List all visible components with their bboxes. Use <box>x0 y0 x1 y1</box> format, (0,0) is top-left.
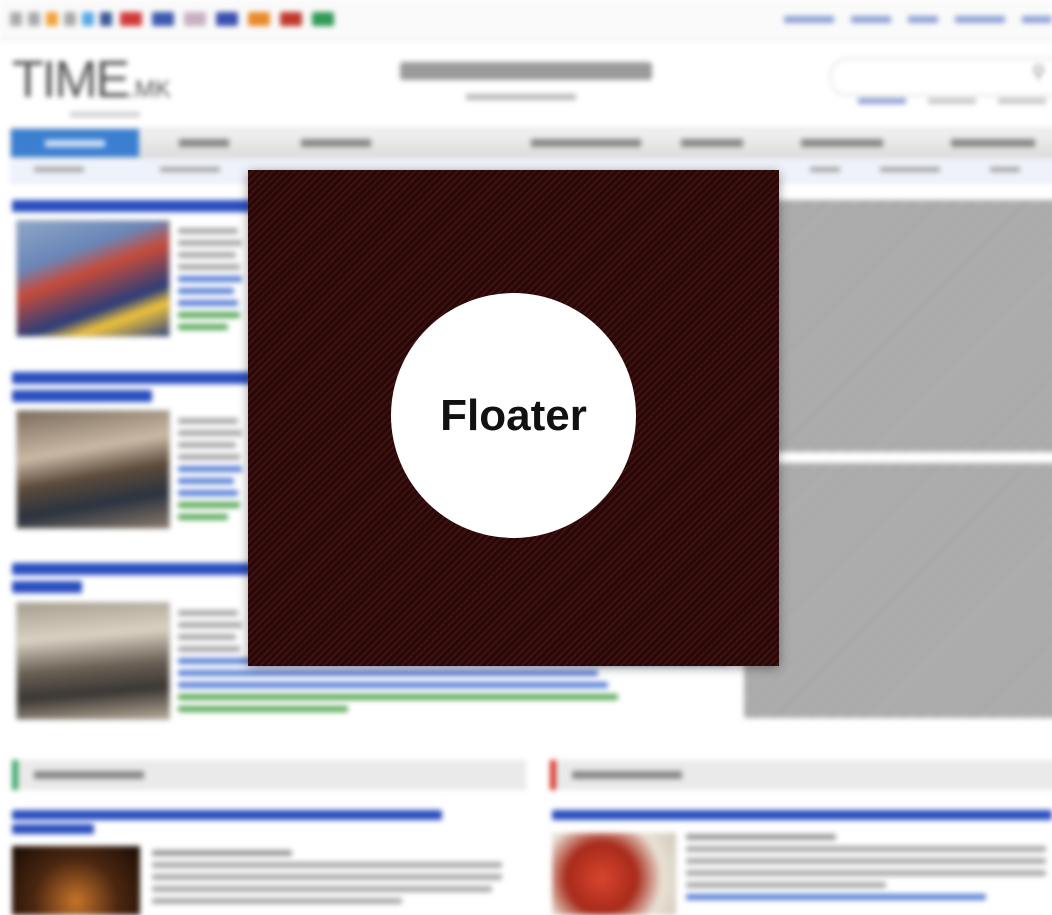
top-icon-strip <box>0 0 1052 41</box>
logo-tagline <box>70 112 140 117</box>
article-title[interactable] <box>12 200 252 212</box>
flag-icon <box>312 12 334 26</box>
flag-icon <box>280 12 302 26</box>
top-links <box>783 14 1052 26</box>
main-nav <box>10 128 1052 158</box>
flag-icon <box>152 12 174 26</box>
flag-icon <box>184 12 206 26</box>
section-article-title[interactable] <box>552 810 1052 820</box>
section-article-image[interactable] <box>552 833 676 915</box>
nav-tab[interactable] <box>801 136 883 150</box>
share-icon <box>64 12 76 26</box>
sub-nav-item[interactable] <box>34 164 84 174</box>
search-input[interactable] <box>830 58 1052 96</box>
twitter-icon <box>82 12 94 26</box>
article-meta <box>178 412 248 526</box>
floater-overlay[interactable]: Floater <box>248 170 779 666</box>
section-accent <box>550 760 556 790</box>
nav-tab-active[interactable] <box>11 129 139 157</box>
facebook-icon <box>100 12 112 26</box>
sub-nav-item[interactable] <box>810 164 840 174</box>
nav-tab[interactable] <box>681 136 743 150</box>
article-image[interactable] <box>16 220 170 337</box>
article-title-line2[interactable] <box>12 581 82 593</box>
rss-icon <box>46 12 58 26</box>
bookmark-icon <box>28 12 40 26</box>
section-article-text <box>152 844 512 910</box>
section-article-text <box>686 828 1046 906</box>
article-image[interactable] <box>16 602 170 720</box>
section-header <box>12 760 526 790</box>
section-header-title <box>34 771 144 779</box>
section-header-title <box>572 771 682 779</box>
ad-slot <box>744 463 1052 718</box>
nav-tab[interactable] <box>951 136 1035 150</box>
headline-subtitle-block <box>466 94 576 100</box>
flag-icon <box>248 12 270 26</box>
sub-nav-item[interactable] <box>160 164 220 174</box>
flag-icon <box>216 12 238 26</box>
flag-icon <box>120 12 142 26</box>
article-image[interactable] <box>16 410 170 529</box>
headline-title-block <box>400 62 652 80</box>
sub-nav-item[interactable] <box>990 164 1020 174</box>
article-title-line2[interactable] <box>12 390 152 402</box>
nav-tab[interactable] <box>179 136 229 150</box>
site-logo: TIME.MK <box>12 51 171 109</box>
section-article-image[interactable] <box>12 846 140 915</box>
article-title[interactable] <box>12 372 252 384</box>
nav-tab[interactable] <box>531 136 641 150</box>
floater-badge: Floater <box>391 293 636 538</box>
section-header <box>550 760 1052 790</box>
section-accent <box>12 760 18 790</box>
article-meta <box>178 222 248 336</box>
ad-slot <box>744 200 1052 452</box>
article-title[interactable] <box>12 563 252 575</box>
nav-tab[interactable] <box>301 136 371 150</box>
sub-nav-item[interactable] <box>880 164 940 174</box>
floater-label: Floater <box>440 390 587 440</box>
search-scope-radios <box>858 98 1048 104</box>
print-icon <box>10 12 22 26</box>
search-icon: ⚲ <box>1032 62 1046 82</box>
section-article-title-line2[interactable] <box>12 824 94 834</box>
section-article-title[interactable] <box>12 810 442 820</box>
